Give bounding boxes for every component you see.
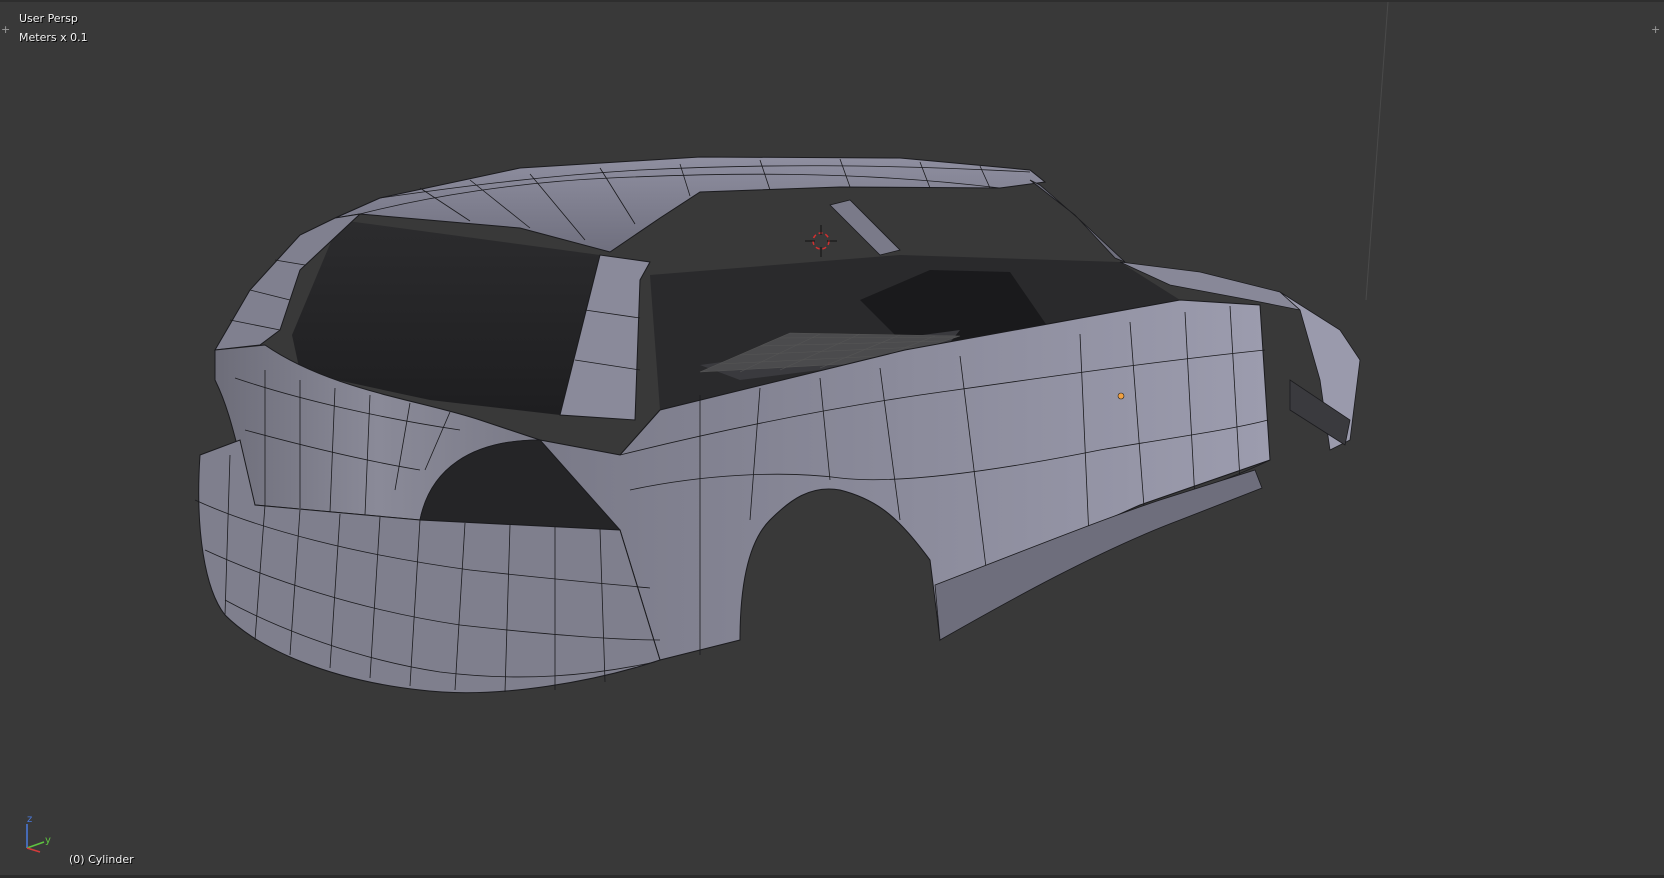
view-name-label: User Persp <box>19 12 78 25</box>
car-body-mesh[interactable]: z y <box>0 0 1664 878</box>
a-pillar <box>1029 179 1126 263</box>
axis-z-label: z <box>27 814 32 825</box>
units-label: Meters x 0.1 <box>19 31 88 44</box>
3d-viewport[interactable]: z y User Persp Meters x 0.1 (0) Cylinder… <box>0 0 1664 878</box>
3d-cursor-icon[interactable] <box>805 225 837 257</box>
b-pillar <box>829 199 901 256</box>
region-resize-icon[interactable]: + <box>1651 24 1660 35</box>
axis-gizmo-icon <box>26 824 45 853</box>
object-origin-icon[interactable] <box>1117 392 1125 400</box>
grid-line <box>1365 1 1389 301</box>
axis-y-label: y <box>45 835 51 846</box>
active-object-label: (0) Cylinder <box>69 853 134 866</box>
region-resize-icon[interactable]: + <box>1 24 10 35</box>
side-panel <box>538 299 1271 661</box>
